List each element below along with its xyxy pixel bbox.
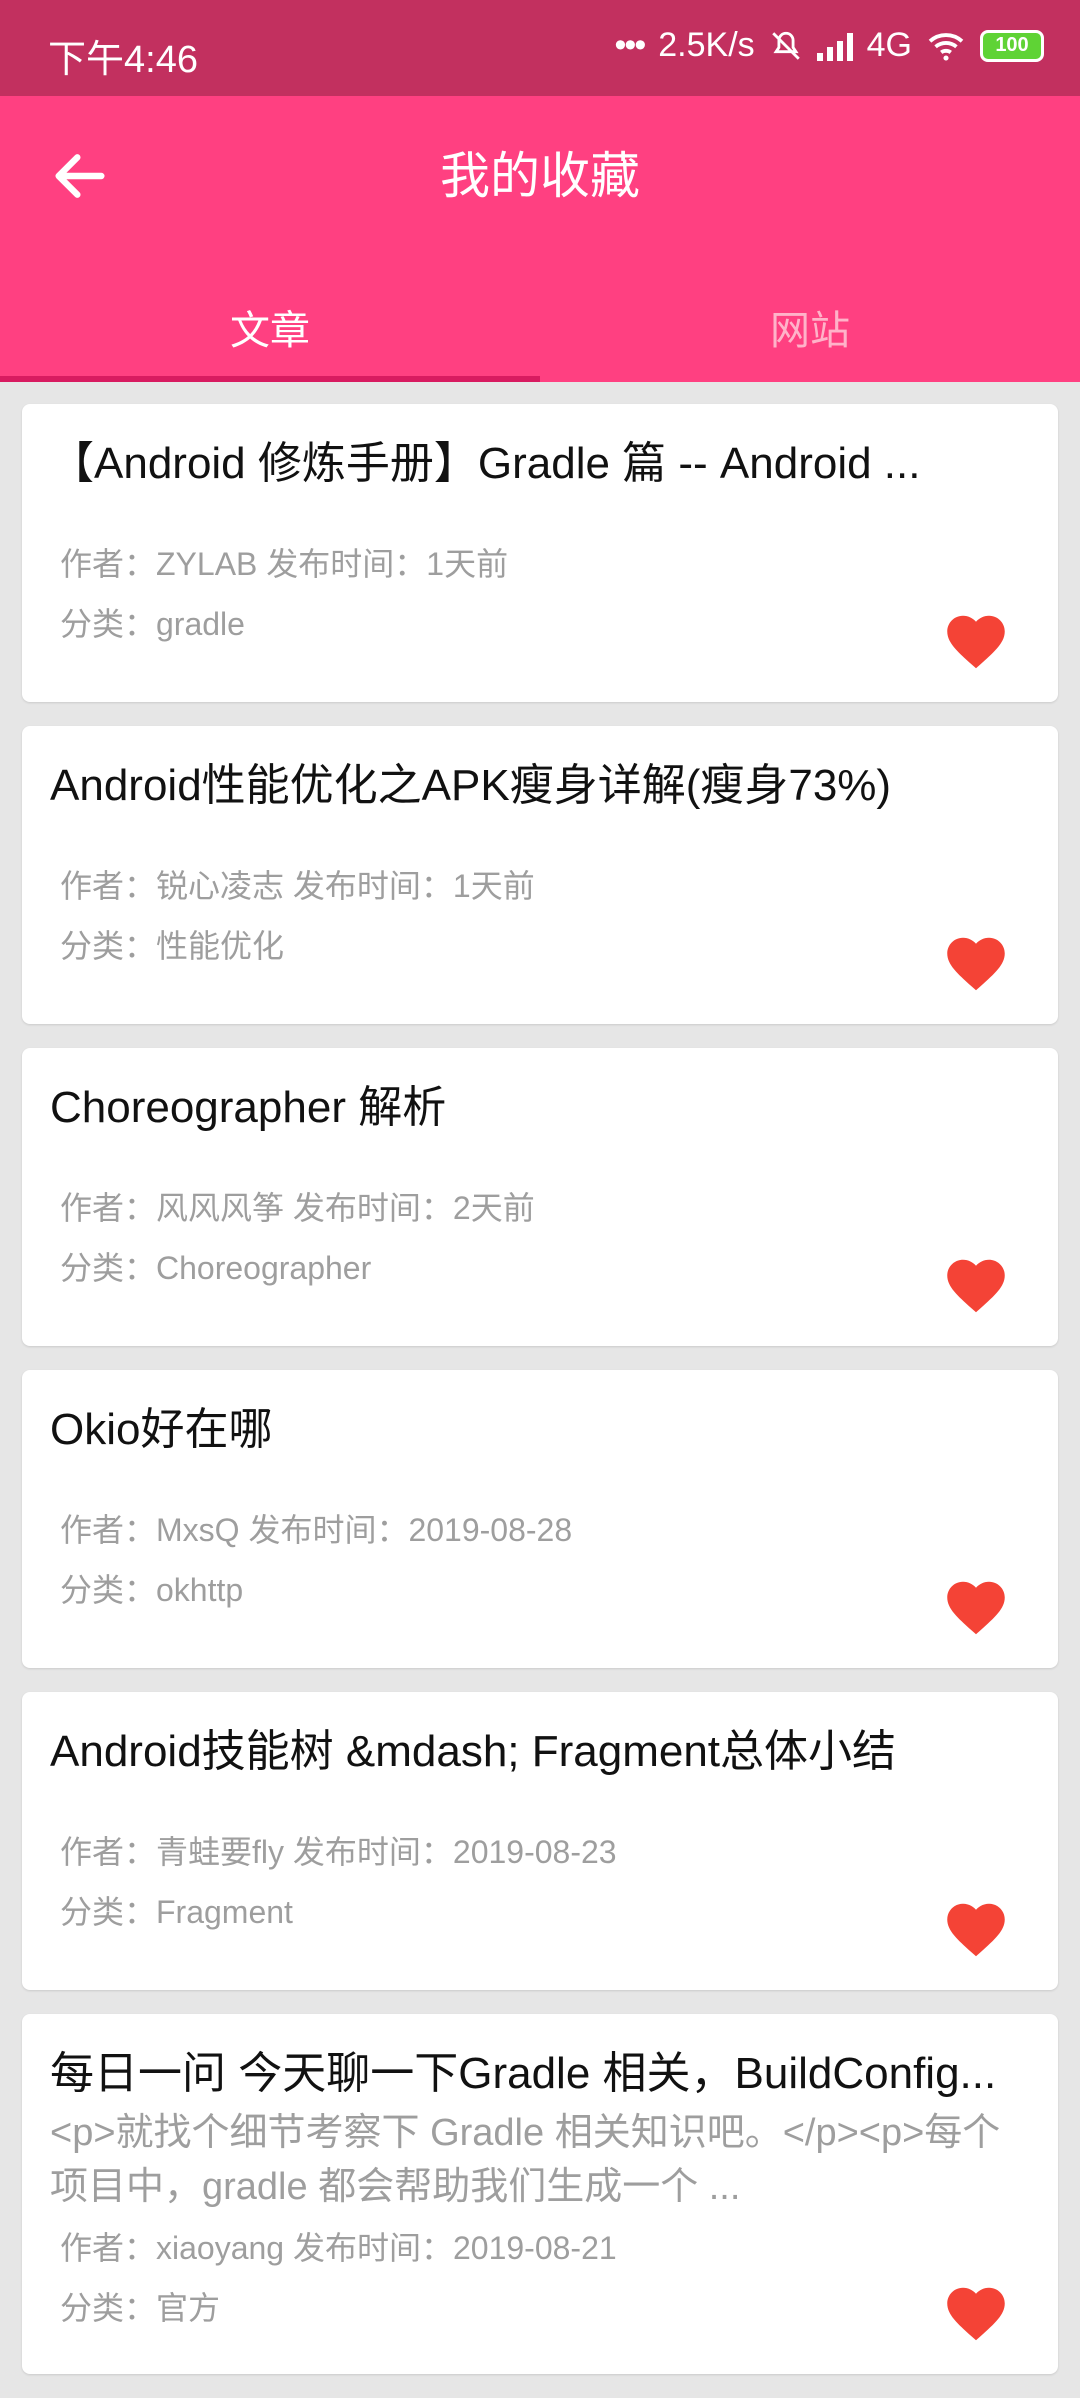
article-author-time: 作者：风风风筝 发布时间：2天前 bbox=[60, 1190, 535, 1226]
article-card[interactable]: Okio好在哪 作者：MxsQ 发布时间：2019-08-28 分类：okhtt… bbox=[22, 1370, 1058, 1668]
article-author-time: 作者：锐心凌志 发布时间：1天前 bbox=[60, 868, 535, 904]
article-title: 每日一问 今天聊一下Gradle 相关，BuildConfig... bbox=[50, 2049, 997, 2098]
article-card[interactable]: Android技能树 &mdash; Fragment总体小结 作者：青蛙要fl… bbox=[22, 1692, 1058, 1990]
heart-icon[interactable] bbox=[946, 1580, 1006, 1636]
page-title: 我的收藏 bbox=[440, 148, 640, 204]
article-category: 分类：官方 bbox=[60, 2290, 221, 2326]
article-title: Okio好在哪 bbox=[50, 1405, 273, 1454]
heart-icon[interactable] bbox=[946, 1902, 1006, 1958]
article-author-time: 作者：MxsQ 发布时间：2019-08-28 bbox=[60, 1512, 573, 1548]
article-card[interactable]: 每日一问 今天聊一下Gradle 相关，BuildConfig... <p>就找… bbox=[22, 2014, 1058, 2374]
wifi-icon bbox=[928, 32, 964, 61]
heart-icon[interactable] bbox=[946, 936, 1006, 992]
article-card[interactable]: 【Android 修炼手册】Gradle 篇 -- Android ... 作者… bbox=[22, 404, 1058, 702]
article-category: 分类：性能优化 bbox=[60, 928, 285, 964]
article-author-time: 作者：xiaoyang 发布时间：2019-08-21 bbox=[60, 2230, 617, 2266]
article-category: 分类：okhttp bbox=[60, 1572, 244, 1608]
article-author-time: 作者：青蛙要fly 发布时间：2019-08-23 bbox=[60, 1834, 617, 1870]
article-card[interactable]: Android性能优化之APK瘦身详解(瘦身73%) 作者：锐心凌志 发布时间：… bbox=[22, 726, 1058, 1024]
heart-icon[interactable] bbox=[946, 1258, 1006, 1314]
tab-websites[interactable]: 网站 bbox=[540, 272, 1080, 382]
more-dots-icon: ••• bbox=[614, 26, 647, 64]
signal-icon bbox=[816, 31, 853, 61]
mute-bell-icon bbox=[771, 31, 800, 60]
article-snippet: <p>就找个细节考察下 Gradle 相关知识吧。</p><p>每个项目中，gr… bbox=[50, 2112, 1001, 2208]
tab-bar: 文章 网站 bbox=[0, 272, 1080, 382]
article-title: Android技能树 &mdash; Fragment总体小结 bbox=[50, 1727, 897, 1776]
network-type: 4G bbox=[866, 26, 912, 64]
article-card[interactable]: Choreographer 解析 作者：风风风筝 发布时间：2天前 分类：Cho… bbox=[22, 1048, 1058, 1346]
battery-icon: 100 bbox=[980, 29, 1044, 62]
article-title: Android性能优化之APK瘦身详解(瘦身73%) bbox=[50, 761, 892, 810]
heart-icon[interactable] bbox=[946, 2286, 1006, 2342]
status-icons: ••• 2.5K/s 4G 100 bbox=[615, 26, 1044, 65]
article-category: 分类：Choreographer bbox=[60, 1250, 372, 1286]
article-category: 分类：Fragment bbox=[60, 1894, 293, 1930]
article-title: Choreographer 解析 bbox=[50, 1083, 447, 1132]
status-time: 下午4:46 bbox=[48, 39, 198, 81]
app-bar: 我的收藏 文章 网站 bbox=[0, 96, 1080, 382]
favorites-list: 【Android 修炼手册】Gradle 篇 -- Android ... 作者… bbox=[22, 404, 1058, 2398]
network-speed: 2.5K/s bbox=[658, 26, 755, 64]
heart-icon[interactable] bbox=[946, 614, 1006, 670]
tab-articles[interactable]: 文章 bbox=[0, 272, 540, 382]
article-title: 【Android 修炼手册】Gradle 篇 -- Android ... bbox=[50, 439, 921, 488]
article-category: 分类：gradle bbox=[60, 606, 245, 642]
article-author-time: 作者：ZYLAB 发布时间：1天前 bbox=[60, 546, 509, 582]
status-bar: 下午4:46 ••• 2.5K/s 4G 100 bbox=[0, 0, 1080, 96]
